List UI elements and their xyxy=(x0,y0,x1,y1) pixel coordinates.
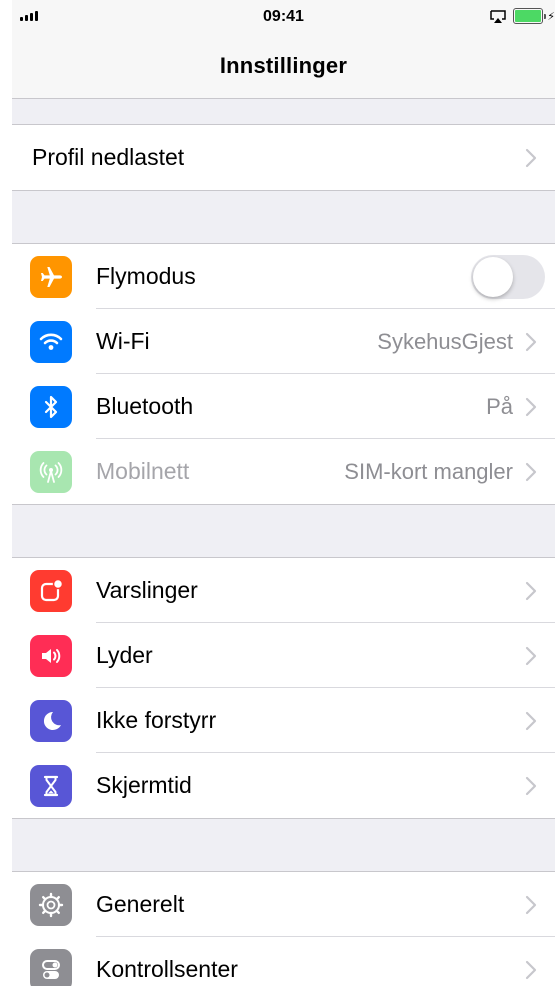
profile-downloaded-row[interactable]: Profil nedlastet xyxy=(12,125,555,190)
wifi-row[interactable]: Wi-Fi SykehusGjest xyxy=(12,309,555,374)
general-group: Generelt Kontrollsenter xyxy=(12,872,555,986)
connectivity-group: Flymodus Wi-Fi SykehusGjest Bluetooth På xyxy=(12,244,555,505)
chevron-right-icon xyxy=(525,776,537,795)
chevron-right-icon xyxy=(525,960,537,979)
airplane-mode-label: Flymodus xyxy=(96,263,196,289)
status-time: 09:41 xyxy=(263,8,304,25)
status-bar: 09:41 ⚡ xyxy=(12,0,555,34)
chevron-right-icon xyxy=(525,895,537,914)
control-center-icon xyxy=(30,948,72,986)
do-not-disturb-row[interactable]: Ikke forstyrr xyxy=(12,688,555,753)
airplane-icon xyxy=(30,255,72,298)
screen-time-label: Skjermtid xyxy=(96,772,192,798)
section-spacer xyxy=(12,99,555,125)
section-spacer xyxy=(12,505,555,558)
airplane-mode-row: Flymodus xyxy=(12,244,555,309)
charging-bolt-icon: ⚡ xyxy=(547,10,555,23)
chevron-right-icon xyxy=(525,646,537,665)
wifi-label: Wi-Fi xyxy=(96,328,150,354)
section-spacer xyxy=(12,819,555,872)
airplay-icon xyxy=(490,9,507,23)
notifications-row[interactable]: Varslinger xyxy=(12,558,555,623)
sounds-label: Lyder xyxy=(96,642,153,668)
notifications-icon xyxy=(30,569,72,612)
chevron-right-icon xyxy=(525,462,537,481)
screen-time-row[interactable]: Skjermtid xyxy=(12,753,555,818)
bluetooth-icon xyxy=(30,385,72,428)
chevron-right-icon xyxy=(525,711,537,730)
cellular-status-value: SIM-kort mangler xyxy=(344,458,513,484)
do-not-disturb-label: Ikke forstyrr xyxy=(96,707,217,733)
gear-icon xyxy=(30,883,72,926)
airplane-mode-toggle[interactable] xyxy=(471,254,545,299)
profile-downloaded-label: Profil nedlastet xyxy=(32,144,185,170)
cellular-row[interactable]: Mobilnett SIM-kort mangler xyxy=(12,439,555,504)
battery-icon: ⚡ xyxy=(513,8,555,24)
bluetooth-label: Bluetooth xyxy=(96,393,194,419)
control-center-row[interactable]: Kontrollsenter xyxy=(12,937,555,986)
sounds-row[interactable]: Lyder xyxy=(12,623,555,688)
control-center-label: Kontrollsenter xyxy=(96,956,238,982)
notifications-label: Varslinger xyxy=(96,577,198,603)
cellular-label: Mobilnett xyxy=(96,458,190,484)
general-row[interactable]: Generelt xyxy=(12,872,555,937)
moon-icon xyxy=(30,699,72,742)
wifi-icon xyxy=(30,320,72,363)
bluetooth-row[interactable]: Bluetooth På xyxy=(12,374,555,439)
section-spacer xyxy=(12,191,555,244)
chevron-right-icon xyxy=(525,148,537,167)
cellular-antenna-icon xyxy=(30,450,72,493)
page-title: Innstillinger xyxy=(219,53,348,78)
profile-group: Profil nedlastet xyxy=(12,125,555,191)
notifications-group: Varslinger Lyder Ikke forstyrr Skjermtid xyxy=(12,558,555,819)
navigation-bar: Innstillinger xyxy=(12,34,555,99)
chevron-right-icon xyxy=(525,581,537,600)
hourglass-icon xyxy=(30,764,72,807)
chevron-right-icon xyxy=(525,332,537,351)
bluetooth-status-value: På xyxy=(486,393,513,419)
settings-screen: 09:41 ⚡ Innstillinger Profil nedlastet F… xyxy=(12,0,555,986)
chevron-right-icon xyxy=(525,397,537,416)
wifi-network-value: SykehusGjest xyxy=(377,328,513,354)
general-label: Generelt xyxy=(96,891,185,917)
speaker-icon xyxy=(30,634,72,677)
